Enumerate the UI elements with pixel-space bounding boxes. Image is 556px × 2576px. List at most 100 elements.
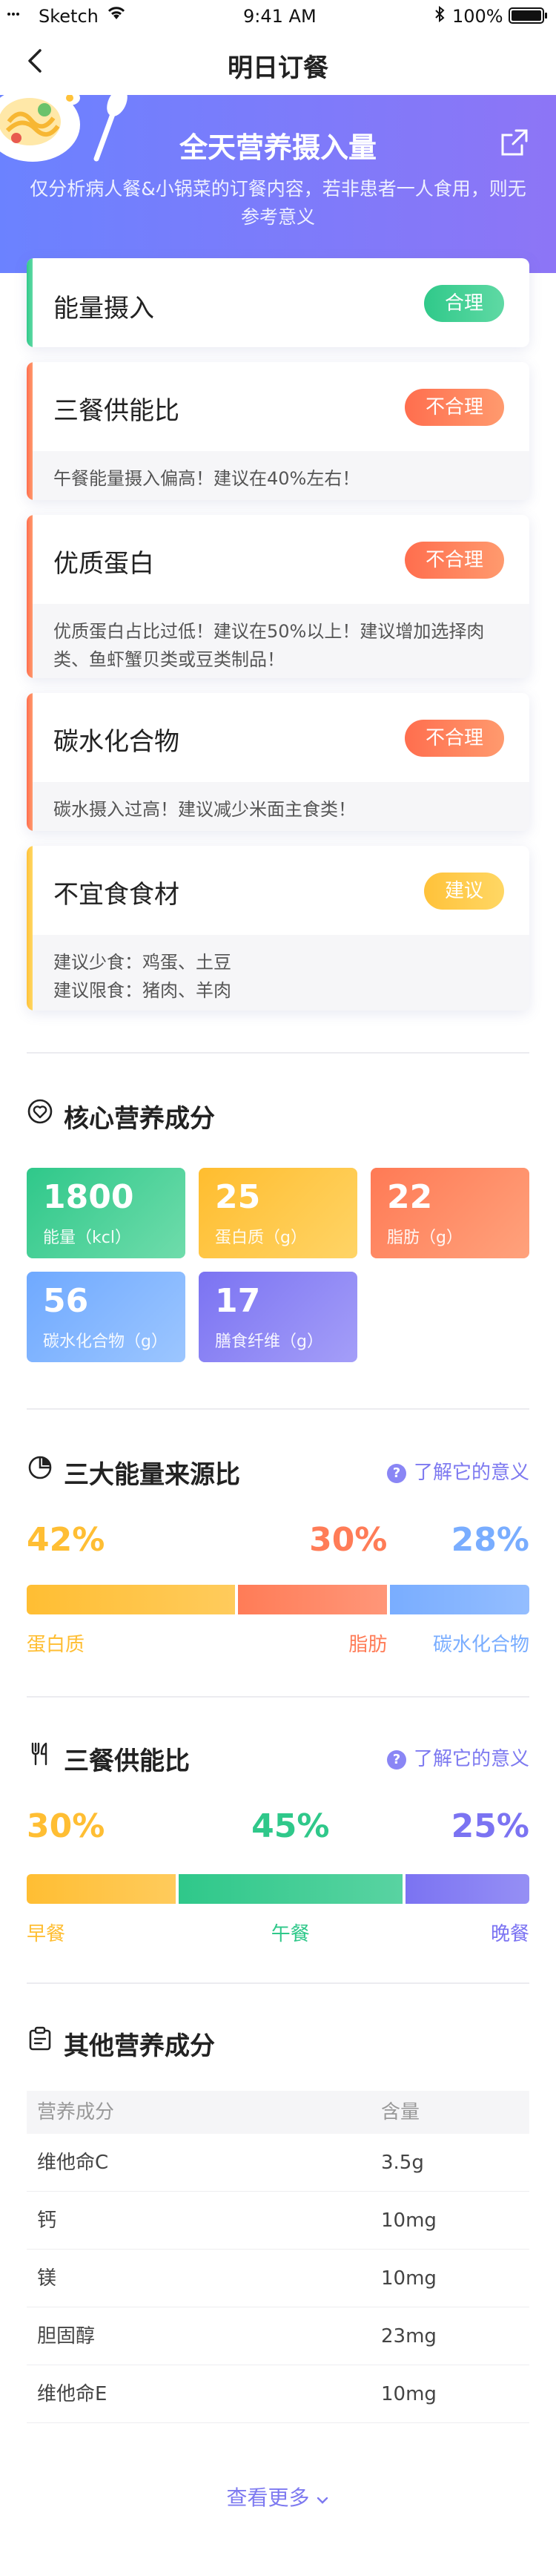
meal_ratio-percent-1: 45%	[251, 1807, 330, 1845]
nutrient-name: 维他命E	[37, 2383, 107, 2405]
hero-banner: 全天营养摄入量 仅分析病人餐&小锅菜的订餐内容，若非患者一人食用，则无参考意义	[0, 95, 556, 273]
nutrient-name: 钙	[37, 2209, 57, 2232]
nutrient-tile-carbs: 56 碳水化合物（g）	[27, 1272, 185, 1362]
learn-label: 了解它的意义	[413, 1748, 529, 1770]
hero-subtitle: 仅分析病人餐&小锅菜的订餐内容，若非患者一人食用，则无参考意义	[30, 178, 526, 228]
section-title: 其他营养成分	[64, 2031, 215, 2061]
tile-label: 膳食纤维（g）	[215, 1333, 323, 1351]
nutrient-tile-fiber: 17 膳食纤维（g）	[199, 1272, 357, 1362]
divider	[27, 1408, 529, 1410]
energy_source-segment-1	[238, 1585, 388, 1614]
tile-value: 56	[43, 1282, 89, 1320]
energy-source-header: 三大能量来源比	[27, 1450, 323, 1490]
card-note: 午餐能量摄入偏高！建议在40%左右！	[33, 451, 529, 500]
nutrient-amount: 3.5g	[381, 2152, 424, 2174]
column-header-name: 营养成分	[37, 2101, 115, 2123]
other-nutrients-table: 营养成分 含量 维他命C 3.5g 钙 10mg 镁 10mg 胆固醇 23mg 维他命…	[27, 2091, 529, 2423]
table-row: 维他命C 3.5g	[27, 2134, 529, 2192]
nutrient-name: 胆固醇	[37, 2325, 96, 2347]
meal_ratio-segment-2	[405, 1874, 529, 1904]
status-time: 9:41 AM	[243, 6, 317, 27]
heart-icon	[27, 1099, 53, 1124]
section-title: 三大能量来源比	[64, 1460, 240, 1490]
wifi-icon	[107, 7, 125, 19]
assessment-card-meal-ratio: 三餐供能比 不合理 午餐能量摄入偏高！建议在40%左右！	[27, 362, 529, 500]
hero-title: 全天营养摄入量	[179, 131, 377, 164]
page-title: 明日订餐	[228, 53, 328, 83]
table-header-row: 营养成分 含量	[27, 2091, 529, 2134]
status-badge: 不合理	[404, 389, 504, 426]
table-row: 胆固醇 23mg	[27, 2307, 529, 2365]
tile-value: 17	[215, 1282, 261, 1320]
table-row: 钙 10mg	[27, 2192, 529, 2250]
carrier-label: Sketch	[39, 6, 99, 27]
assessment-card-carbs: 碳水化合物 不合理 碳水摄入过高！建议减少米面主食类！	[27, 693, 529, 831]
view-more-button[interactable]: 查看更多	[0, 2482, 556, 2511]
divider	[27, 1052, 529, 1054]
nutrient-tile-fat: 22 脂肪（g）	[371, 1168, 529, 1258]
energy_source-segment-0	[27, 1585, 236, 1614]
energy_source-percent-0: 42%	[27, 1521, 105, 1559]
core-section-header: 核心营养成分	[27, 1094, 529, 1134]
learn-meaning-link[interactable]: ? 了解它的意义	[386, 1457, 529, 1487]
nutrient-amount: 10mg	[381, 2267, 437, 2290]
battery-percent: 100%	[452, 6, 503, 27]
meal_ratio-segment-1	[179, 1874, 403, 1904]
status-badge: 不合理	[404, 542, 504, 579]
learn-meaning-link[interactable]: ? 了解它的意义	[386, 1744, 529, 1773]
card-note: 碳水摄入过高！建议减少米面主食类！	[33, 782, 529, 831]
note-line-reduce: 建议少食：鸡蛋、土豆	[53, 952, 231, 973]
energy_source-label-1: 脂肪	[348, 1634, 388, 1656]
question-icon: ?	[386, 1464, 406, 1483]
card-note: 建议少食：鸡蛋、土豆 建议限食：猪肉、羊肉	[33, 935, 529, 1011]
signal-icon	[7, 13, 19, 16]
card-note: 优质蛋白占比过低！建议在50%以上！建议增加选择肉类、鱼虾蟹贝类或豆类制品！	[33, 604, 529, 678]
clipboard-icon	[29, 2026, 51, 2051]
status-bar-indicator	[27, 258, 33, 347]
meal_ratio-label-2: 晚餐	[490, 1923, 529, 1945]
assessment-card-energy: 能量摄入 合理	[27, 258, 529, 347]
question-icon: ?	[386, 1750, 406, 1770]
meal_ratio-percent-0: 30%	[27, 1807, 105, 1845]
tile-label: 蛋白质（g）	[215, 1229, 307, 1247]
meal_ratio-label-0: 早餐	[27, 1923, 66, 1945]
tile-value: 1800	[43, 1178, 134, 1216]
other-nutrients-header: 其他营养成分	[27, 2021, 323, 2061]
pie-chart-icon	[28, 1456, 52, 1479]
tile-label: 碳水化合物（g）	[43, 1333, 168, 1351]
bluetooth-icon	[435, 6, 445, 22]
learn-label: 了解它的意义	[413, 1462, 529, 1484]
status-bar-indicator	[27, 846, 33, 1011]
nutrient-tile-protein: 25 蛋白质（g）	[199, 1168, 357, 1258]
share-icon[interactable]	[500, 128, 529, 157]
nutrient-amount: 10mg	[381, 2209, 437, 2232]
view-more-label: 查看更多	[226, 2485, 310, 2510]
battery-icon	[509, 7, 547, 24]
section-title: 三餐供能比	[64, 1747, 190, 1776]
energy_source-label-2: 碳水化合物	[432, 1634, 529, 1656]
tile-label: 脂肪（g）	[387, 1229, 463, 1247]
nutrient-amount: 10mg	[381, 2383, 437, 2405]
meal_ratio-segment-0	[27, 1874, 176, 1904]
status-badge: 建议	[423, 873, 504, 910]
nutrient-amount: 23mg	[381, 2325, 437, 2347]
section-title: 核心营养成分	[64, 1104, 215, 1134]
status-bar-indicator	[27, 362, 33, 500]
nutrient-name: 维他命C	[37, 2152, 109, 2174]
tile-value: 22	[387, 1178, 433, 1216]
energy_source-percent-1: 30%	[309, 1521, 388, 1559]
card-title: 优质蛋白	[53, 549, 154, 579]
nutrient-tile-energy: 1800 能量（kcl）	[27, 1168, 185, 1258]
status-badge: 不合理	[404, 720, 504, 757]
note-line-limit: 建议限食：猪肉、羊肉	[53, 980, 231, 1001]
meal-ratio-header: 三餐供能比	[27, 1736, 323, 1776]
card-title: 三餐供能比	[53, 396, 179, 426]
status-bar: Sketch 9:41 AM 100%	[0, 0, 556, 30]
status-bar-indicator	[27, 515, 33, 678]
divider	[27, 1696, 529, 1698]
divider	[27, 1982, 529, 1984]
assessment-card-protein: 优质蛋白 不合理 优质蛋白占比过低！建议在50%以上！建议增加选择肉类、鱼虾蟹贝…	[27, 515, 529, 678]
energy_source-segment-2	[390, 1585, 529, 1614]
card-title: 碳水化合物	[53, 727, 179, 757]
energy_source-label-0: 蛋白质	[27, 1634, 85, 1656]
